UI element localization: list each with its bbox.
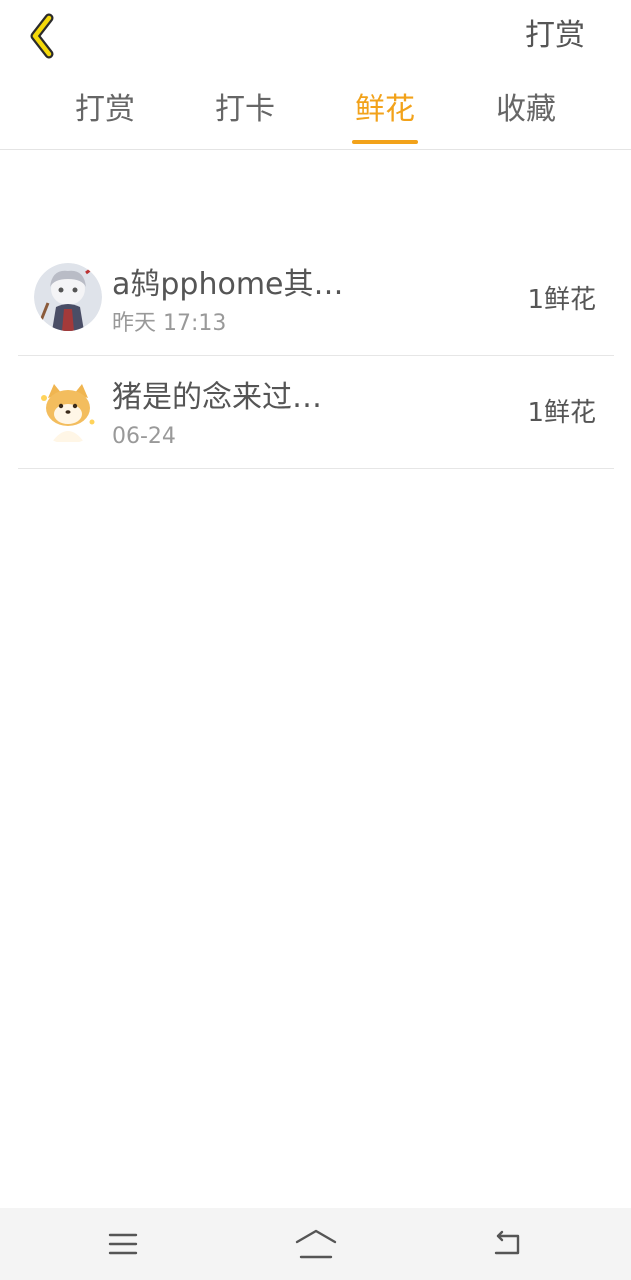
user-name: a鸫pphome其… [112,267,344,302]
tab-bar: 打赏 打卡 鲜花 收藏 [0,80,631,150]
back-button[interactable] [18,10,66,62]
avatar[interactable] [34,263,102,331]
home-icon [295,1229,337,1259]
tab-favorites[interactable]: 收藏 [493,88,559,150]
back-icon [494,1230,520,1255]
tab-reward[interactable]: 打赏 [72,88,138,150]
avatar[interactable] [34,376,102,444]
home-button[interactable] [294,1226,338,1262]
tab-label: 打卡 [215,92,275,127]
tab-checkin[interactable]: 打卡 [212,88,278,150]
tab-flowers[interactable]: 鲜花 [352,88,418,150]
list-item[interactable]: 猪是的念来过… 06-24 1鲜花 [18,356,614,469]
record-time: 06-24 [112,424,176,449]
reward-action-button[interactable]: 打赏 [525,14,585,58]
menu-button[interactable] [101,1226,145,1262]
flower-count: 1鲜花 [527,285,596,315]
record-time: 昨天 17:13 [112,311,227,336]
chevron-left-icon [30,13,54,59]
back-nav-button[interactable] [486,1226,530,1262]
menu-icon [108,1233,138,1255]
tab-label: 收藏 [496,92,556,127]
system-navigation-bar [0,1208,631,1280]
tab-label: 打赏 [75,92,135,127]
active-tab-indicator [352,140,418,144]
tab-label: 鲜花 [355,92,415,127]
user-name: 猪是的念来过… [112,380,322,415]
list-item[interactable]: a鸫pphome其… 昨天 17:13 1鲜花 [18,243,614,356]
top-bar: 打赏 [0,0,631,70]
flower-record-list: a鸫pphome其… 昨天 17:13 1鲜花 猪是的念来过… 06-24 1鲜… [18,243,614,469]
flower-count: 1鲜花 [527,398,596,428]
